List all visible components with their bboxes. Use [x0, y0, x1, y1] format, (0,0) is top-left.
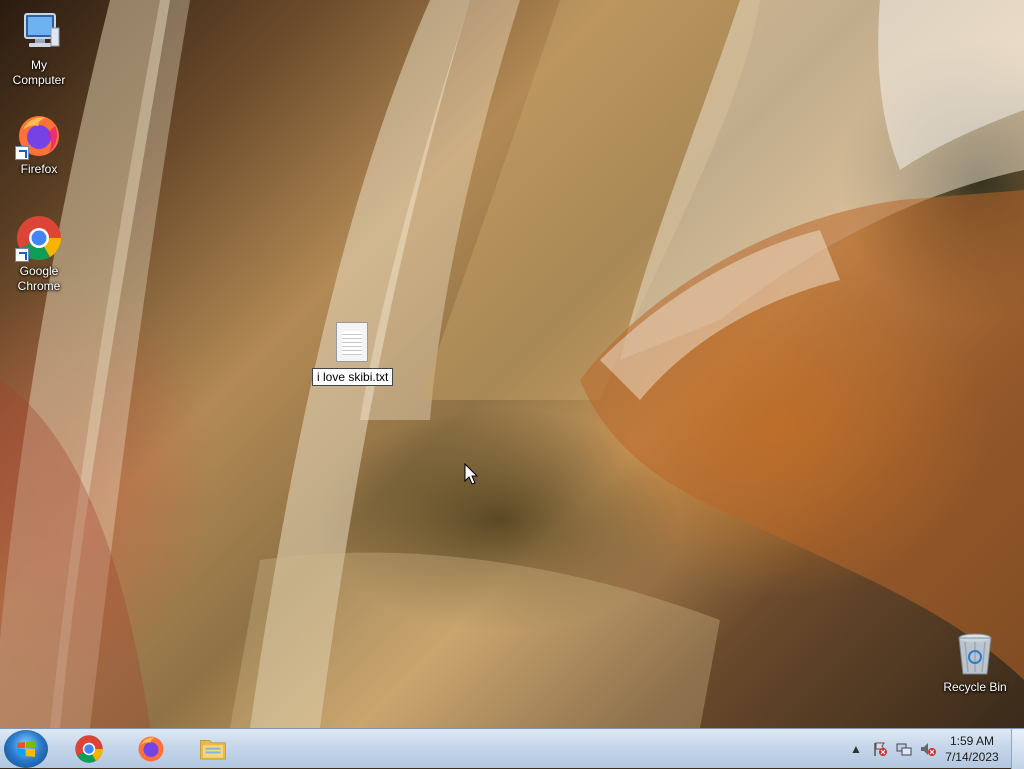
windows-start-icon	[17, 741, 35, 757]
rename-textbox[interactable]: i love skibi.txt	[312, 368, 394, 386]
desktop-icon-label: Google Chrome	[17, 264, 61, 293]
desktop-icon-label: Recycle Bin	[943, 680, 1007, 694]
system-tray: ▲ 1:59 AM 7/14/2023	[834, 729, 1024, 769]
clock-time: 1:59 AM	[949, 734, 995, 748]
start-button[interactable]	[4, 730, 48, 768]
chrome-icon	[15, 214, 63, 262]
chrome-icon	[75, 735, 103, 763]
text-file-icon	[336, 322, 368, 362]
taskbar-app-chrome[interactable]	[62, 731, 116, 767]
recycle-bin-icon	[951, 630, 999, 678]
computer-icon	[15, 8, 63, 56]
shortcut-arrow-icon	[15, 248, 29, 262]
desktop-icon-label: Firefox	[20, 162, 58, 176]
network-icon[interactable]	[896, 741, 912, 757]
action-center-flag-icon[interactable]	[872, 741, 888, 757]
mouse-cursor-icon	[464, 462, 479, 485]
volume-muted-icon[interactable]	[920, 741, 936, 757]
desktop-icon-my-computer[interactable]: My Computer	[1, 8, 77, 88]
shortcut-arrow-icon	[15, 146, 29, 160]
folder-icon	[200, 739, 226, 760]
desktop-wallpaper	[0, 0, 1024, 728]
taskbar: ▲ 1:59 AM 7/14/2023	[0, 728, 1024, 769]
taskbar-clock[interactable]: 1:59 AM 7/14/2023	[942, 733, 1002, 765]
clock-date: 7/14/2023	[945, 750, 999, 764]
desktop-file-being-renamed[interactable]: i love skibi.txt	[312, 322, 394, 386]
taskbar-app-firefox[interactable]	[124, 731, 178, 767]
firefox-icon	[15, 112, 63, 160]
desktop-icon-recycle-bin[interactable]: Recycle Bin	[937, 630, 1013, 695]
show-hidden-icons-chevron-icon[interactable]: ▲	[848, 741, 864, 757]
taskbar-app-windows-explorer[interactable]	[186, 731, 240, 767]
desktop-icon-firefox[interactable]: Firefox	[1, 112, 77, 177]
desktop-icon-label: My Computer	[12, 58, 66, 87]
show-desktop-button[interactable]	[1011, 729, 1024, 769]
firefox-icon	[138, 736, 164, 762]
desktop-icon-google-chrome[interactable]: Google Chrome	[1, 214, 77, 294]
